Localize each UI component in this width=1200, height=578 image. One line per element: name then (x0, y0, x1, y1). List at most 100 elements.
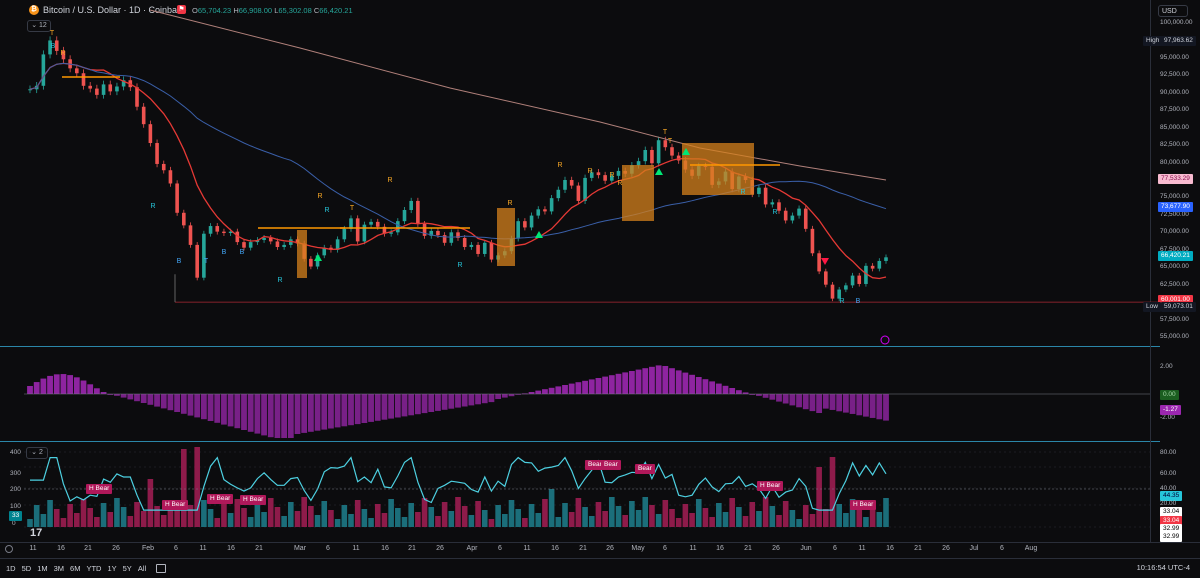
macd-bar (622, 372, 629, 394)
signal-marker: R (609, 172, 614, 179)
macd-bar (27, 386, 33, 394)
macd-bar (702, 379, 709, 394)
range-ytd[interactable]: YTD (86, 564, 101, 573)
signal-marker: R (277, 277, 282, 284)
candle (543, 209, 547, 212)
volume-bar (716, 503, 722, 527)
time-tick: 21 (579, 545, 587, 552)
macd-bar (548, 387, 555, 394)
candle (810, 228, 815, 254)
rsi-badge-5: 32.99 (1160, 532, 1183, 542)
bear-label: H Bear (86, 484, 113, 494)
volume-bar (187, 505, 194, 527)
volume-bar (782, 501, 789, 527)
candle (857, 275, 862, 284)
rsi-tick-20: 20.00 (1160, 500, 1177, 507)
candle (830, 284, 835, 299)
macd-tick-2: 2.00 (1160, 363, 1173, 370)
range-5d[interactable]: 5D (22, 564, 32, 573)
macd-bar (669, 368, 675, 394)
bear-label: Bear (635, 464, 655, 474)
macd-bar (796, 394, 802, 408)
volume-bar (756, 511, 762, 527)
range-1d[interactable]: 1D (6, 564, 16, 573)
price-chart[interactable]: TRBTRRBRR TRBRRRTTRRRRBRRB 17 (0, 0, 1200, 577)
signal-marker: B (51, 43, 56, 50)
macd-bar (735, 390, 742, 394)
volume-bar (488, 519, 495, 527)
signal-marker: R (557, 162, 562, 169)
candle (656, 140, 661, 164)
signal-marker: T (50, 30, 55, 37)
candle (115, 86, 119, 92)
macd-bar (227, 394, 234, 427)
bear-label: H Bear (162, 500, 189, 510)
macd-bar (729, 388, 736, 394)
macd-bar (421, 394, 428, 414)
volume-bar (107, 512, 114, 527)
macd-bar (628, 371, 635, 394)
candle (556, 189, 561, 199)
volume-bar (194, 447, 200, 527)
bear-label: H Bear (207, 494, 234, 504)
volume-bar (595, 502, 602, 527)
signal-marker: R (317, 193, 322, 200)
range-1m[interactable]: 1M (37, 564, 47, 573)
volume-bar (515, 509, 521, 527)
volume-bar (669, 509, 675, 527)
axis-border (1150, 0, 1151, 542)
bear-label: H Bear (757, 481, 784, 491)
volume-bar (609, 497, 615, 527)
macd-bar (334, 394, 341, 428)
macd-bar (675, 370, 682, 394)
price-tick: 85,000.00 (1160, 123, 1189, 131)
vol-tick-200: 200 (10, 486, 21, 493)
time-tick: 21 (914, 545, 922, 552)
candle (242, 242, 246, 248)
volume-bar (40, 514, 47, 527)
macd-bar (87, 384, 94, 394)
macd-bar (287, 394, 294, 438)
volume-bar (288, 502, 294, 527)
clock[interactable]: 10:16:54 UTC-4 (1137, 563, 1190, 572)
time-tick: Aug (1024, 545, 1038, 552)
range-1y[interactable]: 1Y (107, 564, 116, 573)
volume-bar (314, 515, 321, 527)
volume-bar (274, 507, 281, 527)
volume-bar (776, 515, 782, 527)
time-tick: 11 (29, 545, 37, 552)
macd-bar (535, 390, 542, 394)
range-5y[interactable]: 5Y (123, 564, 132, 573)
time-tick: 21 (408, 545, 416, 552)
volume-bar (395, 508, 401, 527)
date-range-icon[interactable] (156, 564, 167, 573)
volume-bar (127, 516, 134, 527)
signal-marker: R (507, 200, 512, 207)
volume-bar (261, 512, 267, 527)
signal-marker: R (839, 298, 844, 305)
time-tick: 26 (606, 545, 614, 552)
volume-bar (649, 505, 655, 527)
candle (101, 84, 106, 95)
settings-gear-icon[interactable] (5, 545, 13, 553)
candle (576, 185, 581, 201)
volume-bar (27, 519, 33, 527)
macd-value-badge: -1.27 (1160, 405, 1181, 415)
candle (409, 200, 413, 211)
volume-bar (60, 518, 67, 527)
time-tick: 26 (942, 545, 950, 552)
range-all[interactable]: All (138, 564, 146, 573)
volume-bar (214, 518, 221, 527)
macd-bar (856, 394, 863, 416)
signal-marker: R (60, 50, 65, 57)
range-6m[interactable]: 6M (70, 564, 80, 573)
rsi-tick-80: 80.00 (1160, 449, 1177, 456)
range-3m[interactable]: 3M (54, 564, 64, 573)
volume-bar (796, 519, 802, 527)
candle (175, 183, 179, 213)
volume-bar (247, 517, 254, 527)
macd-bar (348, 394, 354, 426)
volume-bar (722, 512, 729, 527)
candle (155, 143, 159, 164)
macd-bar (388, 394, 395, 419)
